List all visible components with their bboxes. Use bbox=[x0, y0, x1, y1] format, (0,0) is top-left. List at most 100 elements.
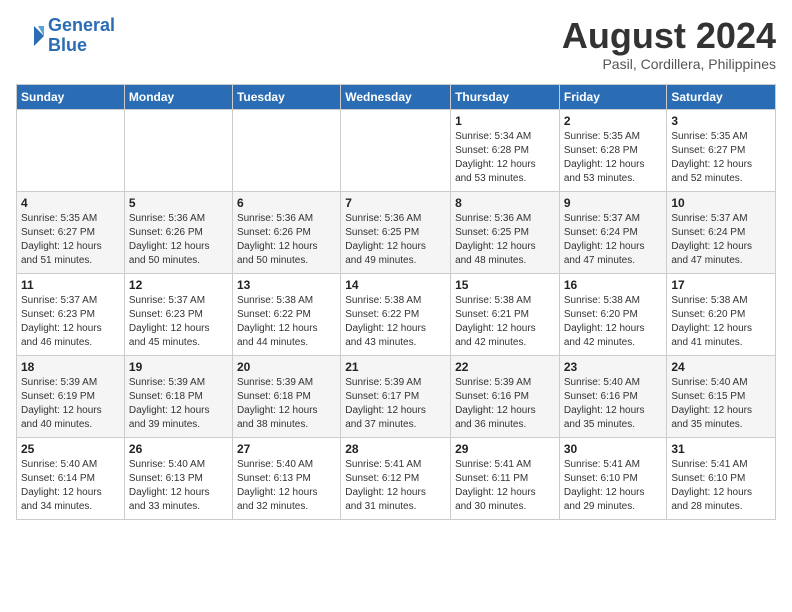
calendar-cell: 2Sunrise: 5:35 AM Sunset: 6:28 PM Daylig… bbox=[559, 109, 667, 191]
day-number: 6 bbox=[237, 196, 336, 210]
day-info: Sunrise: 5:37 AM Sunset: 6:23 PM Dayligh… bbox=[129, 294, 228, 350]
calendar-cell: 12 Sunrise: 5:37 AM Sunset: 6:23 PM Dayli… bbox=[124, 273, 232, 355]
day-info: Sunrise: 5:41 AM Sunset: 6:10 PM Dayligh… bbox=[671, 458, 771, 514]
day-info: Sunrise: 5:36 AM Sunset: 6:26 PM Dayligh… bbox=[237, 212, 336, 268]
calendar-cell: 21Sunrise: 5:39 AM Sunset: 6:17 PM Dayli… bbox=[341, 355, 451, 437]
header-thursday: Thursday bbox=[451, 84, 560, 109]
calendar-cell: 29Sunrise: 5:41 AM Sunset: 6:11 PM Dayli… bbox=[451, 437, 560, 519]
calendar-cell: 20 Sunrise: 5:39 AM Sunset: 6:18 PM Dayli… bbox=[232, 355, 340, 437]
day-number: 5 bbox=[129, 196, 228, 210]
day-number: 24 bbox=[671, 360, 771, 374]
day-info: Sunrise: 5:36 AM Sunset: 6:25 PM Dayligh… bbox=[345, 212, 446, 268]
day-info: Sunrise: 5:40 AM Sunset: 6:16 PM Dayligh… bbox=[564, 376, 663, 432]
day-info: Sunrise: 5:38 AM Sunset: 6:22 PM Dayligh… bbox=[345, 294, 446, 350]
day-number: 15 bbox=[455, 278, 555, 292]
day-info: Sunrise: 5:39 AM Sunset: 6:18 PM Dayligh… bbox=[237, 376, 336, 432]
day-info: Sunrise: 5:38 AM Sunset: 6:20 PM Dayligh… bbox=[671, 294, 771, 350]
day-info: Sunrise: 5:34 AM Sunset: 6:28 PM Dayligh… bbox=[455, 130, 555, 186]
day-info: Sunrise: 5:36 AM Sunset: 6:26 PM Dayligh… bbox=[129, 212, 228, 268]
day-number: 20 bbox=[237, 360, 336, 374]
day-info: Sunrise: 5:36 AM Sunset: 6:25 PM Dayligh… bbox=[455, 212, 555, 268]
page-header: General Blue August 2024 Pasil, Cordille… bbox=[16, 16, 776, 72]
logo-line1: General bbox=[48, 15, 115, 35]
logo: General Blue bbox=[16, 16, 115, 56]
calendar-cell: 27Sunrise: 5:40 AM Sunset: 6:13 PM Dayli… bbox=[232, 437, 340, 519]
day-number: 31 bbox=[671, 442, 771, 456]
header-friday: Friday bbox=[559, 84, 667, 109]
calendar-cell: 15 Sunrise: 5:38 AM Sunset: 6:21 PM Dayli… bbox=[451, 273, 560, 355]
header-wednesday: Wednesday bbox=[341, 84, 451, 109]
calendar-cell: 3Sunrise: 5:35 AM Sunset: 6:27 PM Daylig… bbox=[667, 109, 776, 191]
day-info: Sunrise: 5:39 AM Sunset: 6:19 PM Dayligh… bbox=[21, 376, 120, 432]
day-number: 21 bbox=[345, 360, 446, 374]
day-info: Sunrise: 5:41 AM Sunset: 6:11 PM Dayligh… bbox=[455, 458, 555, 514]
header-monday: Monday bbox=[124, 84, 232, 109]
calendar-cell: 8 Sunrise: 5:36 AM Sunset: 6:25 PM Daylig… bbox=[451, 191, 560, 273]
calendar-cell: 7Sunrise: 5:36 AM Sunset: 6:25 PM Daylig… bbox=[341, 191, 451, 273]
title-block: August 2024 Pasil, Cordillera, Philippin… bbox=[562, 16, 776, 72]
calendar-cell: 14 Sunrise: 5:38 AM Sunset: 6:22 PM Dayli… bbox=[341, 273, 451, 355]
week-row-2: 11 Sunrise: 5:37 AM Sunset: 6:23 PM Dayli… bbox=[17, 273, 776, 355]
calendar-cell: 5 Sunrise: 5:36 AM Sunset: 6:26 PM Daylig… bbox=[124, 191, 232, 273]
calendar-cell: 24 Sunrise: 5:40 AM Sunset: 6:15 PM Dayli… bbox=[667, 355, 776, 437]
day-info: Sunrise: 5:40 AM Sunset: 6:15 PM Dayligh… bbox=[671, 376, 771, 432]
week-row-0: 1Sunrise: 5:34 AM Sunset: 6:28 PM Daylig… bbox=[17, 109, 776, 191]
calendar-cell: 26Sunrise: 5:40 AM Sunset: 6:13 PM Dayli… bbox=[124, 437, 232, 519]
calendar-cell: 25Sunrise: 5:40 AM Sunset: 6:14 PM Dayli… bbox=[17, 437, 125, 519]
day-info: Sunrise: 5:40 AM Sunset: 6:14 PM Dayligh… bbox=[21, 458, 120, 514]
calendar-cell bbox=[341, 109, 451, 191]
month-title: August 2024 bbox=[562, 16, 776, 56]
day-info: Sunrise: 5:37 AM Sunset: 6:24 PM Dayligh… bbox=[564, 212, 663, 268]
calendar-cell: 1Sunrise: 5:34 AM Sunset: 6:28 PM Daylig… bbox=[451, 109, 560, 191]
day-number: 13 bbox=[237, 278, 336, 292]
calendar-cell: 4 Sunrise: 5:35 AM Sunset: 6:27 PM Daylig… bbox=[17, 191, 125, 273]
day-info: Sunrise: 5:41 AM Sunset: 6:12 PM Dayligh… bbox=[345, 458, 446, 514]
logo-text: General Blue bbox=[48, 16, 115, 56]
calendar-cell: 28 Sunrise: 5:41 AM Sunset: 6:12 PM Dayli… bbox=[341, 437, 451, 519]
day-info: Sunrise: 5:41 AM Sunset: 6:10 PM Dayligh… bbox=[564, 458, 663, 514]
calendar-cell: 6 Sunrise: 5:36 AM Sunset: 6:26 PM Daylig… bbox=[232, 191, 340, 273]
day-info: Sunrise: 5:38 AM Sunset: 6:21 PM Dayligh… bbox=[455, 294, 555, 350]
calendar-cell: 17 Sunrise: 5:38 AM Sunset: 6:20 PM Dayli… bbox=[667, 273, 776, 355]
day-number: 17 bbox=[671, 278, 771, 292]
calendar-cell bbox=[124, 109, 232, 191]
day-info: Sunrise: 5:35 AM Sunset: 6:28 PM Dayligh… bbox=[564, 130, 663, 186]
day-number: 4 bbox=[21, 196, 120, 210]
day-number: 8 bbox=[455, 196, 555, 210]
day-number: 11 bbox=[21, 278, 120, 292]
day-number: 28 bbox=[345, 442, 446, 456]
day-number: 10 bbox=[671, 196, 771, 210]
logo-icon bbox=[16, 22, 44, 50]
day-info: Sunrise: 5:37 AM Sunset: 6:24 PM Dayligh… bbox=[671, 212, 771, 268]
day-number: 9 bbox=[564, 196, 663, 210]
day-number: 12 bbox=[129, 278, 228, 292]
calendar-header-row: SundayMondayTuesdayWednesdayThursdayFrid… bbox=[17, 84, 776, 109]
day-number: 19 bbox=[129, 360, 228, 374]
location-subtitle: Pasil, Cordillera, Philippines bbox=[562, 56, 776, 72]
calendar-cell bbox=[17, 109, 125, 191]
week-row-3: 18 Sunrise: 5:39 AM Sunset: 6:19 PM Dayli… bbox=[17, 355, 776, 437]
day-number: 22 bbox=[455, 360, 555, 374]
calendar-cell: 30 Sunrise: 5:41 AM Sunset: 6:10 PM Dayli… bbox=[559, 437, 667, 519]
header-saturday: Saturday bbox=[667, 84, 776, 109]
day-info: Sunrise: 5:40 AM Sunset: 6:13 PM Dayligh… bbox=[237, 458, 336, 514]
day-info: Sunrise: 5:39 AM Sunset: 6:18 PM Dayligh… bbox=[129, 376, 228, 432]
calendar-cell: 18 Sunrise: 5:39 AM Sunset: 6:19 PM Dayli… bbox=[17, 355, 125, 437]
calendar-table: SundayMondayTuesdayWednesdayThursdayFrid… bbox=[16, 84, 776, 520]
day-info: Sunrise: 5:39 AM Sunset: 6:16 PM Dayligh… bbox=[455, 376, 555, 432]
day-info: Sunrise: 5:35 AM Sunset: 6:27 PM Dayligh… bbox=[21, 212, 120, 268]
day-number: 30 bbox=[564, 442, 663, 456]
day-info: Sunrise: 5:40 AM Sunset: 6:13 PM Dayligh… bbox=[129, 458, 228, 514]
calendar-cell: 11Sunrise: 5:37 AM Sunset: 6:23 PM Dayli… bbox=[17, 273, 125, 355]
day-number: 14 bbox=[345, 278, 446, 292]
logo-line2: Blue bbox=[48, 35, 87, 55]
calendar-cell: 23 Sunrise: 5:40 AM Sunset: 6:16 PM Dayli… bbox=[559, 355, 667, 437]
day-number: 18 bbox=[21, 360, 120, 374]
day-info: Sunrise: 5:35 AM Sunset: 6:27 PM Dayligh… bbox=[671, 130, 771, 186]
day-info: Sunrise: 5:38 AM Sunset: 6:22 PM Dayligh… bbox=[237, 294, 336, 350]
calendar-cell: 13 Sunrise: 5:38 AM Sunset: 6:22 PM Dayli… bbox=[232, 273, 340, 355]
week-row-4: 25Sunrise: 5:40 AM Sunset: 6:14 PM Dayli… bbox=[17, 437, 776, 519]
day-number: 16 bbox=[564, 278, 663, 292]
calendar-cell bbox=[232, 109, 340, 191]
day-number: 23 bbox=[564, 360, 663, 374]
